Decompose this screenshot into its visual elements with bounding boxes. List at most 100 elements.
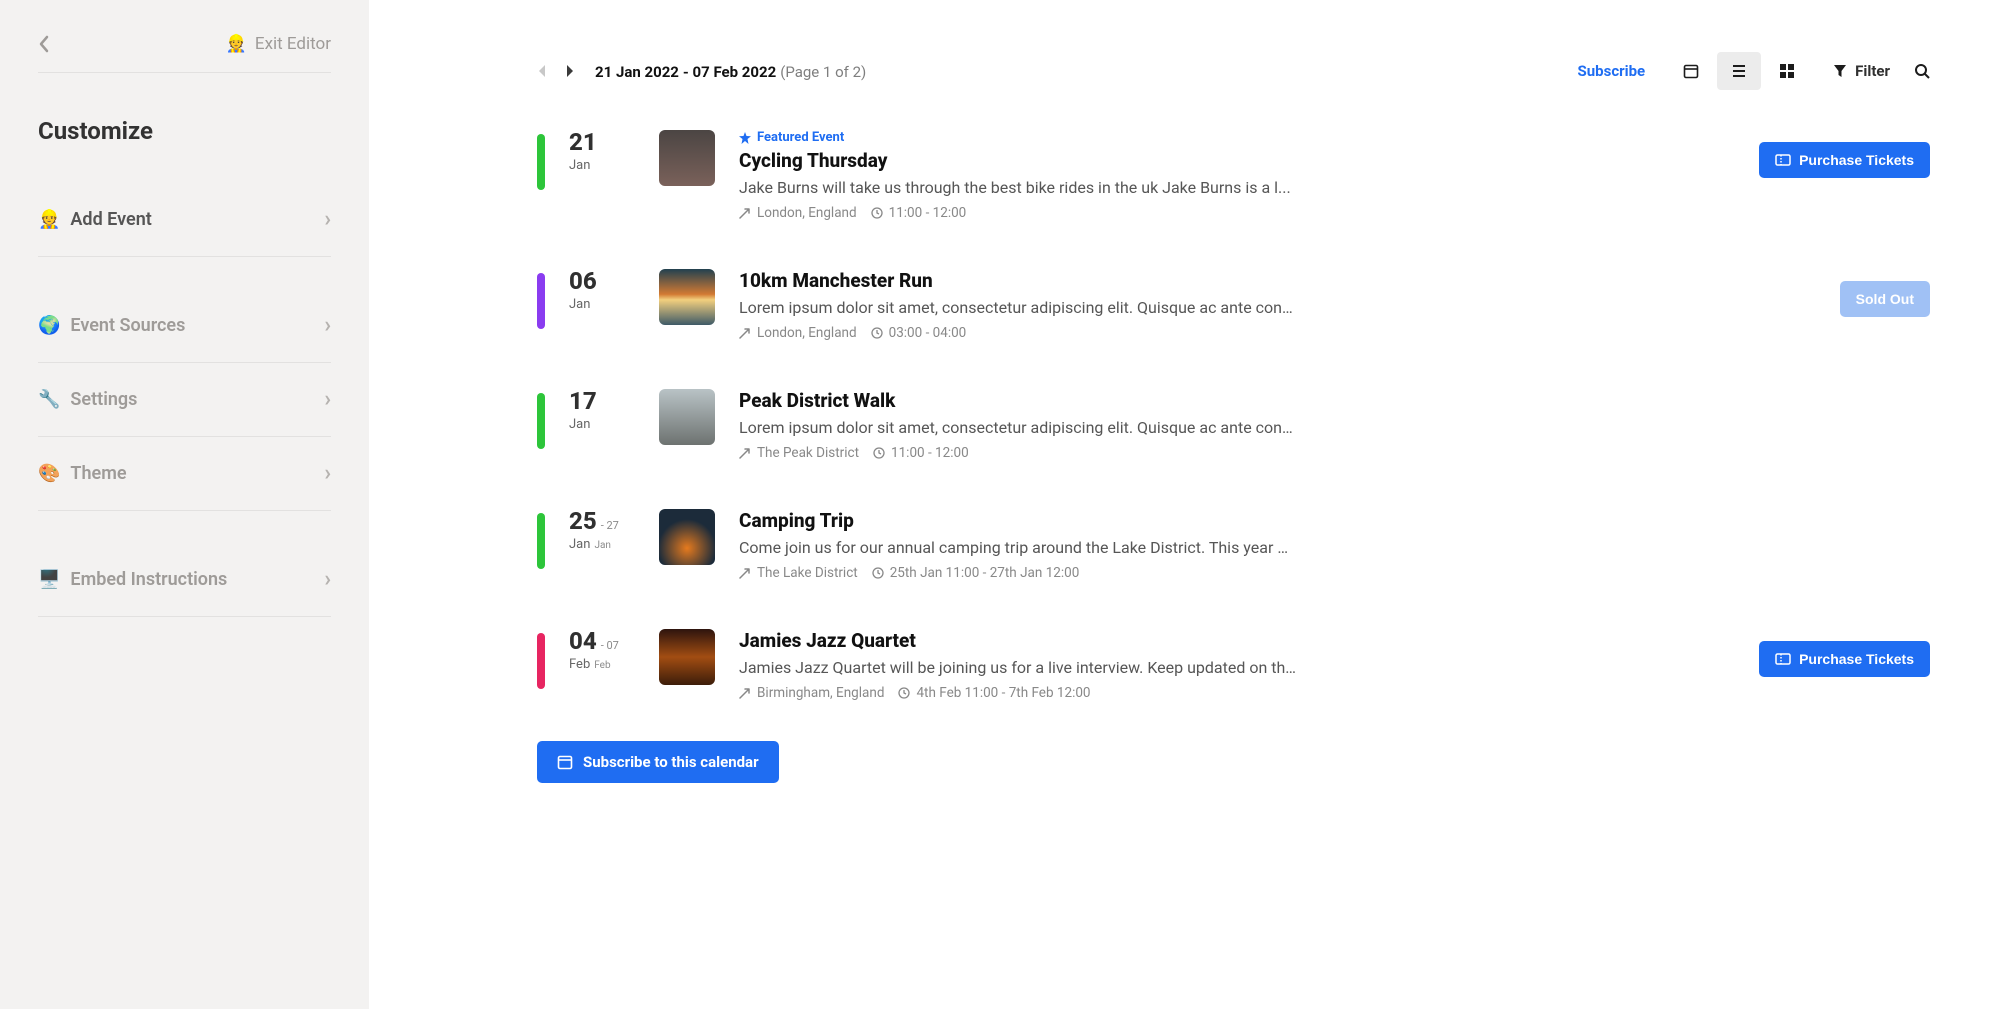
- grid-view-button[interactable]: [1765, 52, 1809, 90]
- page-info: (Page 1 of 2): [780, 63, 866, 81]
- sidebar-item-event-sources[interactable]: 🌍 Event Sources ›: [38, 289, 331, 363]
- sidebar-title: Customize: [38, 117, 331, 145]
- palette-icon: 🎨: [38, 463, 60, 484]
- ticket-icon: [1775, 653, 1791, 665]
- event-meta: London, England 03:00 - 04:00: [739, 325, 1816, 341]
- sidebar: 👷 Exit Editor Customize 👷 Add Event › 🌍 …: [0, 0, 369, 1009]
- chevron-right-icon: ›: [324, 461, 331, 486]
- sidebar-top: 👷 Exit Editor: [38, 24, 331, 73]
- exit-label: Exit Editor: [255, 34, 331, 54]
- event-description: Jake Burns will take us through the best…: [739, 178, 1299, 197]
- main-content: 21 Jan 2022 - 07 Feb 2022 (Page 1 of 2) …: [369, 0, 2000, 1009]
- event-date: 17 Jan: [569, 389, 635, 432]
- event-day-end: 27: [606, 519, 618, 532]
- clock-icon: [871, 327, 883, 339]
- event-description: Lorem ipsum dolor sit amet, consectetur …: [739, 298, 1299, 317]
- event-location: Birmingham, England: [757, 685, 884, 701]
- event-location: The Lake District: [757, 565, 858, 581]
- exit-editor-link[interactable]: 👷 Exit Editor: [226, 34, 331, 54]
- event-meta: Birmingham, England 4th Feb 11:00 - 7th …: [739, 685, 1735, 701]
- location-icon: [739, 687, 751, 699]
- event-description: Lorem ipsum dolor sit amet, consectetur …: [739, 418, 1299, 437]
- featured-badge: Featured Event: [739, 130, 1735, 145]
- calendar-view-button[interactable]: [1669, 52, 1713, 90]
- event-row[interactable]: 21 Jan Featured Event Cycling Thursday J…: [537, 130, 1930, 221]
- event-thumbnail: [659, 269, 715, 325]
- cta-label: Purchase Tickets: [1799, 152, 1914, 168]
- sidebar-item-label: Event Sources: [70, 315, 185, 336]
- chevron-right-icon: ›: [324, 207, 331, 232]
- chevron-right-icon: ›: [324, 313, 331, 338]
- event-stripe: [537, 513, 545, 569]
- sidebar-item-label: Theme: [70, 463, 126, 484]
- event-thumbnail: [659, 509, 715, 565]
- sidebar-item-settings[interactable]: 🔧 Settings ›: [38, 363, 331, 437]
- sold-out-badge: Sold Out: [1840, 281, 1930, 317]
- event-day: 06: [569, 269, 635, 293]
- featured-label: Featured Event: [757, 130, 844, 145]
- event-row[interactable]: 06 Jan 10km Manchester Run Lorem ipsum d…: [537, 269, 1930, 341]
- prev-page-button[interactable]: [537, 64, 547, 78]
- filter-button[interactable]: Filter: [1833, 62, 1890, 80]
- event-row[interactable]: 04- 07 FebFeb Jamies Jazz Quartet Jamies…: [537, 629, 1930, 701]
- globe-icon: 🌍: [38, 315, 60, 336]
- calendar-icon: [557, 754, 573, 770]
- sidebar-menu: 👷 Add Event › 🌍 Event Sources › 🔧 Settin…: [38, 183, 331, 617]
- date-range: 21 Jan 2022 - 07 Feb 2022 (Page 1 of 2): [595, 62, 866, 81]
- subscribe-label: Subscribe to this calendar: [583, 753, 759, 771]
- subscribe-link[interactable]: Subscribe: [1578, 62, 1646, 80]
- purchase-tickets-button[interactable]: Purchase Tickets: [1759, 641, 1930, 677]
- sidebar-item-theme[interactable]: 🎨 Theme ›: [38, 437, 331, 511]
- event-list: 21 Jan Featured Event Cycling Thursday J…: [537, 130, 1930, 701]
- event-description: Jamies Jazz Quartet will be joining us f…: [739, 658, 1299, 677]
- event-title: Camping Trip: [739, 509, 1930, 532]
- filter-icon: [1833, 64, 1847, 78]
- event-location: London, England: [757, 325, 857, 341]
- event-location: The Peak District: [757, 445, 859, 461]
- event-date: 06 Jan: [569, 269, 635, 312]
- next-page-button[interactable]: [565, 64, 575, 78]
- filter-label: Filter: [1855, 62, 1890, 80]
- event-date: 25- 27 JanJan: [569, 509, 635, 552]
- cta-label: Purchase Tickets: [1799, 651, 1914, 667]
- grid-icon: [1779, 63, 1795, 79]
- event-meta: The Peak District 11:00 - 12:00: [739, 445, 1930, 461]
- purchase-tickets-button[interactable]: Purchase Tickets: [1759, 142, 1930, 178]
- event-day: 04: [569, 627, 597, 655]
- subscribe-calendar-button[interactable]: Subscribe to this calendar: [537, 741, 779, 783]
- cta-label: Sold Out: [1856, 291, 1914, 307]
- clock-icon: [898, 687, 910, 699]
- sidebar-item-label: Embed Instructions: [70, 569, 227, 590]
- location-icon: [739, 567, 751, 579]
- event-month-end: Jan: [594, 540, 610, 551]
- sidebar-item-embed[interactable]: 🖥️ Embed Instructions ›: [38, 543, 331, 617]
- event-day-end: 07: [606, 639, 618, 652]
- event-stripe: [537, 393, 545, 449]
- star-icon: [739, 132, 751, 144]
- event-title: Cycling Thursday: [739, 149, 1735, 172]
- location-icon: [739, 207, 751, 219]
- toolbar: 21 Jan 2022 - 07 Feb 2022 (Page 1 of 2) …: [537, 52, 1930, 130]
- event-time: 03:00 - 04:00: [889, 325, 967, 341]
- chevron-right-icon: ›: [324, 387, 331, 412]
- list-view-button[interactable]: [1717, 52, 1761, 90]
- chevron-left-icon: [38, 35, 50, 53]
- event-meta: The Lake District 25th Jan 11:00 - 27th …: [739, 565, 1930, 581]
- event-row[interactable]: 25- 27 JanJan Camping Trip Come join us …: [537, 509, 1930, 581]
- clock-icon: [873, 447, 885, 459]
- event-date: 21 Jan: [569, 130, 635, 173]
- event-month: Jan: [569, 417, 635, 432]
- clock-icon: [872, 567, 884, 579]
- event-location: London, England: [757, 205, 857, 221]
- search-button[interactable]: [1914, 52, 1930, 90]
- event-time: 11:00 - 12:00: [889, 205, 967, 221]
- event-thumbnail: [659, 389, 715, 445]
- sidebar-item-add-event[interactable]: 👷 Add Event ›: [38, 183, 331, 257]
- event-stripe: [537, 273, 545, 329]
- event-row[interactable]: 17 Jan Peak District Walk Lorem ipsum do…: [537, 389, 1930, 461]
- list-icon: [1731, 64, 1747, 78]
- clock-icon: [871, 207, 883, 219]
- back-button[interactable]: [38, 35, 50, 53]
- event-day: 17: [569, 389, 635, 413]
- construction-worker-icon: 👷: [38, 209, 60, 230]
